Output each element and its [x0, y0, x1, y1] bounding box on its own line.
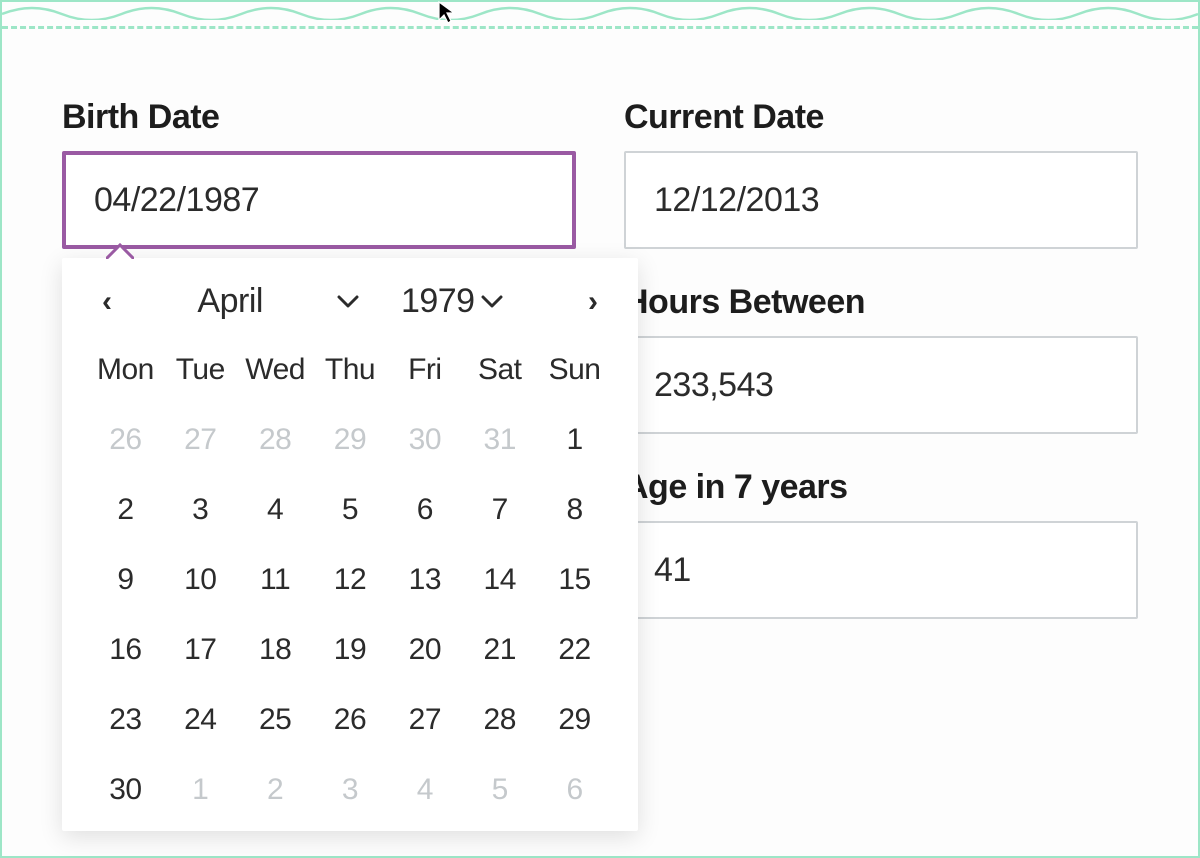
day-cell[interactable]: 30 — [88, 759, 163, 821]
field-current-date: Current Date 12/12/2013 — [624, 98, 1138, 249]
year-select-label: 1979 — [401, 282, 475, 321]
age-7-years-value[interactable]: 41 — [624, 521, 1138, 619]
day-cell[interactable]: 10 — [163, 549, 238, 611]
dashed-divider-icon — [2, 26, 1198, 29]
month-select-label: April — [197, 282, 263, 321]
weekday-header: Sun — [537, 347, 612, 401]
day-cell[interactable]: 3 — [313, 759, 388, 821]
chevron-down-icon — [481, 295, 503, 309]
weekday-header: Wed — [238, 347, 313, 401]
weekday-header: Fri — [387, 347, 462, 401]
page-root: Birth Date 04/22/1987 Current Date 12/12… — [0, 0, 1200, 858]
field-birth-date: Birth Date 04/22/1987 — [62, 98, 576, 249]
day-cell[interactable]: 5 — [313, 479, 388, 541]
weekday-header: Thu — [313, 347, 388, 401]
current-date-input[interactable]: 12/12/2013 — [624, 151, 1138, 249]
datepicker-popup: ‹ April 1979 › MonTueWedThuFriSa — [62, 258, 638, 831]
day-cell[interactable]: 28 — [238, 409, 313, 471]
day-cell[interactable]: 29 — [537, 689, 612, 751]
next-month-button[interactable]: › — [576, 285, 610, 319]
day-cell[interactable]: 17 — [163, 619, 238, 681]
weekday-header: Mon — [88, 347, 163, 401]
datepicker-grid: MonTueWedThuFriSatSun2627282930311234567… — [88, 347, 612, 821]
day-cell[interactable]: 31 — [462, 409, 537, 471]
day-cell[interactable]: 6 — [387, 479, 462, 541]
chevron-down-icon — [337, 295, 359, 309]
day-cell[interactable]: 21 — [462, 619, 537, 681]
day-cell[interactable]: 12 — [313, 549, 388, 611]
prev-month-button[interactable]: ‹ — [90, 285, 124, 319]
day-cell[interactable]: 16 — [88, 619, 163, 681]
hours-between-label: Hours Between — [624, 283, 1138, 322]
weekday-header: Tue — [163, 347, 238, 401]
day-cell[interactable]: 25 — [238, 689, 313, 751]
day-cell[interactable]: 18 — [238, 619, 313, 681]
day-cell[interactable]: 23 — [88, 689, 163, 751]
day-cell[interactable]: 7 — [462, 479, 537, 541]
day-cell[interactable]: 4 — [387, 759, 462, 821]
birth-date-label: Birth Date — [62, 98, 576, 137]
day-cell[interactable]: 1 — [163, 759, 238, 821]
current-date-label: Current Date — [624, 98, 1138, 137]
day-cell[interactable]: 2 — [238, 759, 313, 821]
day-cell[interactable]: 22 — [537, 619, 612, 681]
birth-date-input[interactable]: 04/22/1987 — [62, 151, 576, 249]
day-cell[interactable]: 19 — [313, 619, 388, 681]
day-cell[interactable]: 4 — [238, 479, 313, 541]
year-select[interactable]: 1979 — [401, 282, 503, 321]
day-cell[interactable]: 13 — [387, 549, 462, 611]
day-cell[interactable]: 9 — [88, 549, 163, 611]
day-cell[interactable]: 8 — [537, 479, 612, 541]
day-cell[interactable]: 26 — [313, 689, 388, 751]
day-cell[interactable]: 24 — [163, 689, 238, 751]
age-7-years-label: Age in 7 years — [624, 468, 1138, 507]
day-cell[interactable]: 11 — [238, 549, 313, 611]
day-cell[interactable]: 27 — [387, 689, 462, 751]
field-age-7-years: Age in 7 years 41 — [624, 468, 1138, 619]
popup-notch-icon — [106, 243, 134, 259]
month-select[interactable]: April — [197, 282, 359, 321]
hours-between-value[interactable]: 233,543 — [624, 336, 1138, 434]
day-cell[interactable]: 14 — [462, 549, 537, 611]
day-cell[interactable]: 5 — [462, 759, 537, 821]
field-hours-between: Hours Between 233,543 — [624, 283, 1138, 434]
day-cell[interactable]: 26 — [88, 409, 163, 471]
day-cell[interactable]: 30 — [387, 409, 462, 471]
datepicker-selectors: April 1979 — [197, 282, 502, 321]
day-cell[interactable]: 2 — [88, 479, 163, 541]
datepicker-header: ‹ April 1979 › — [88, 282, 612, 327]
day-cell[interactable]: 3 — [163, 479, 238, 541]
day-cell[interactable]: 27 — [163, 409, 238, 471]
top-wave-icon — [2, 2, 1198, 20]
day-cell[interactable]: 6 — [537, 759, 612, 821]
day-cell[interactable]: 1 — [537, 409, 612, 471]
day-cell[interactable]: 28 — [462, 689, 537, 751]
weekday-header: Sat — [462, 347, 537, 401]
day-cell[interactable]: 20 — [387, 619, 462, 681]
day-cell[interactable]: 15 — [537, 549, 612, 611]
cursor-icon — [436, 0, 460, 26]
day-cell[interactable]: 29 — [313, 409, 388, 471]
top-ornament — [2, 2, 1198, 32]
